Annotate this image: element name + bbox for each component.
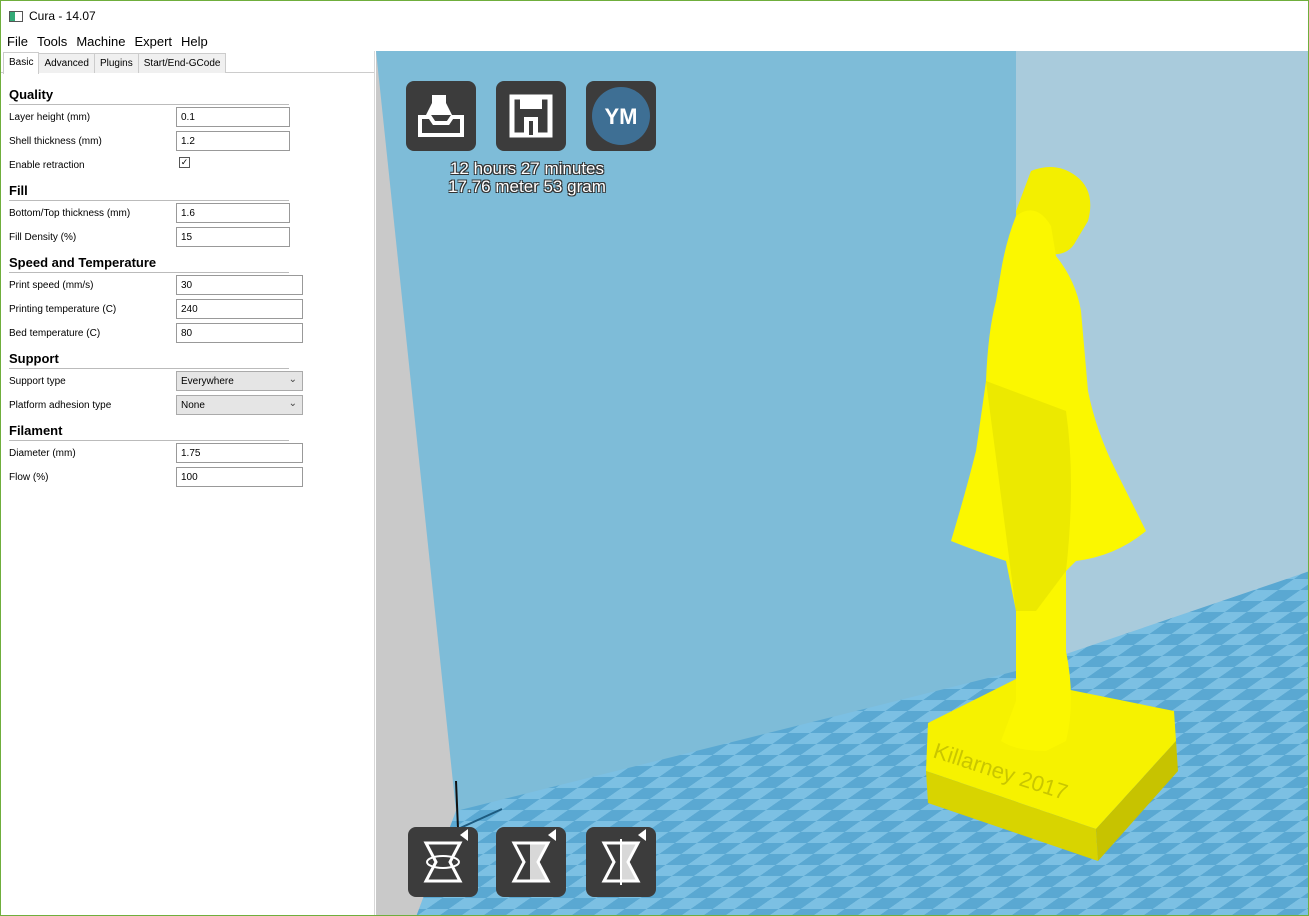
bottom-top-thickness-label: Bottom/Top thickness (mm) [9, 208, 131, 219]
youmagine-avatar-icon: YM [592, 87, 650, 145]
cura-window: Cura - 14.07 File Tools Machine Expert H… [0, 0, 1309, 916]
title-bar: Cura - 14.07 [1, 1, 1308, 31]
avatar-initials: YM [605, 104, 638, 129]
platform-adhesion-label: Platform adhesion type [9, 400, 112, 411]
print-material-text: 17.76 meter 53 gram [448, 177, 606, 196]
shell-thickness-field[interactable]: 1.2 [176, 131, 290, 151]
bed-temperature-field[interactable]: 80 [176, 323, 303, 343]
flow-label: Flow (%) [9, 472, 49, 483]
platform-adhesion-select[interactable]: None ⌄ [176, 395, 303, 415]
support-type-select[interactable]: Everywhere ⌄ [176, 371, 303, 391]
fill-density-row: Fill Density (%) 15 [9, 225, 374, 249]
scale-icon [511, 829, 556, 883]
shell-thickness-label: Shell thickness (mm) [9, 136, 102, 147]
support-type-value: Everywhere [181, 376, 234, 387]
printing-temperature-field[interactable]: 240 [176, 299, 303, 319]
chevron-down-icon: ⌄ [288, 398, 297, 409]
diameter-row: Diameter (mm) 1.75 [9, 441, 374, 465]
print-speed-field[interactable]: 30 [176, 275, 303, 295]
load-model-button[interactable] [406, 81, 476, 151]
flow-field[interactable]: 100 [176, 467, 303, 487]
support-type-label: Support type [9, 376, 66, 387]
layer-height-row: Layer height (mm) 0.1 [9, 105, 374, 129]
tab-basic[interactable]: Basic [3, 52, 40, 74]
print-speed-row: Print speed (mm/s) 30 [9, 273, 374, 297]
enable-retraction-label: Enable retraction [9, 160, 85, 171]
save-gcode-button[interactable] [496, 81, 566, 151]
diameter-label: Diameter (mm) [9, 448, 76, 459]
tab-start-end-gcode[interactable]: Start/End-GCode [137, 53, 227, 73]
print-speed-label: Print speed (mm/s) [9, 280, 94, 291]
enable-retraction-row: Enable retraction ✓ [9, 153, 374, 177]
tab-advanced[interactable]: Advanced [38, 53, 95, 73]
mirror-icon [601, 829, 646, 885]
rotate-icon [423, 829, 468, 883]
shell-thickness-row: Shell thickness (mm) 1.2 [9, 129, 374, 153]
menu-machine[interactable]: Machine [76, 34, 125, 49]
bottom-top-thickness-row: Bottom/Top thickness (mm) 1.6 [9, 201, 374, 225]
bed-temperature-row: Bed temperature (C) 80 [9, 321, 374, 345]
menu-bar: File Tools Machine Expert Help [1, 31, 1308, 51]
section-speed-title: Speed and Temperature [9, 255, 289, 273]
section-quality-title: Quality [9, 87, 289, 105]
bed-temperature-label: Bed temperature (C) [9, 328, 101, 339]
section-filament-title: Filament [9, 423, 289, 441]
fill-density-label: Fill Density (%) [9, 232, 77, 243]
cura-app-icon [9, 10, 23, 22]
enable-retraction-checkbox[interactable]: ✓ [179, 157, 190, 168]
platform-adhesion-value: None [181, 400, 205, 411]
bottom-top-thickness-field[interactable]: 1.6 [176, 203, 290, 223]
tab-plugins[interactable]: Plugins [93, 53, 139, 73]
menu-expert[interactable]: Expert [134, 34, 172, 49]
menu-file[interactable]: File [7, 34, 28, 49]
printing-temperature-label: Printing temperature (C) [9, 304, 117, 315]
window-title: Cura - 14.07 [29, 9, 96, 23]
layer-height-label: Layer height (mm) [9, 112, 91, 123]
diameter-field[interactable]: 1.75 [176, 443, 303, 463]
section-support-title: Support [9, 351, 289, 369]
platform-adhesion-row: Platform adhesion type None ⌄ [9, 393, 374, 417]
fill-density-field[interactable]: 15 [176, 227, 290, 247]
save-gcode-icon [509, 94, 553, 138]
support-type-row: Support type Everywhere ⌄ [9, 369, 374, 393]
menu-tools[interactable]: Tools [37, 34, 67, 49]
section-fill-title: Fill [9, 183, 289, 201]
print-time-text: 12 hours 27 minutes [449, 159, 605, 178]
layer-height-field[interactable]: 0.1 [176, 107, 290, 127]
3d-viewport[interactable]: Killarney 2017 YM 12 hours 27 minutes 17… [376, 51, 1308, 915]
menu-help[interactable]: Help [181, 34, 208, 49]
flow-row: Flow (%) 100 [9, 465, 374, 489]
load-model-icon [418, 95, 464, 137]
youmagine-button[interactable]: YM [586, 81, 656, 151]
chevron-down-icon: ⌄ [288, 374, 297, 385]
rotate-button[interactable] [408, 827, 478, 897]
printing-temperature-row: Printing temperature (C) 240 [9, 297, 374, 321]
settings-tabs: Basic Advanced Plugins Start/End-GCode [1, 51, 374, 74]
settings-sidebar: Basic Advanced Plugins Start/End-GCode Q… [1, 51, 375, 915]
print-estimate: 12 hours 27 minutes 17.76 meter 53 gram [402, 160, 652, 196]
mirror-button[interactable] [586, 827, 656, 897]
scale-button[interactable] [496, 827, 566, 897]
